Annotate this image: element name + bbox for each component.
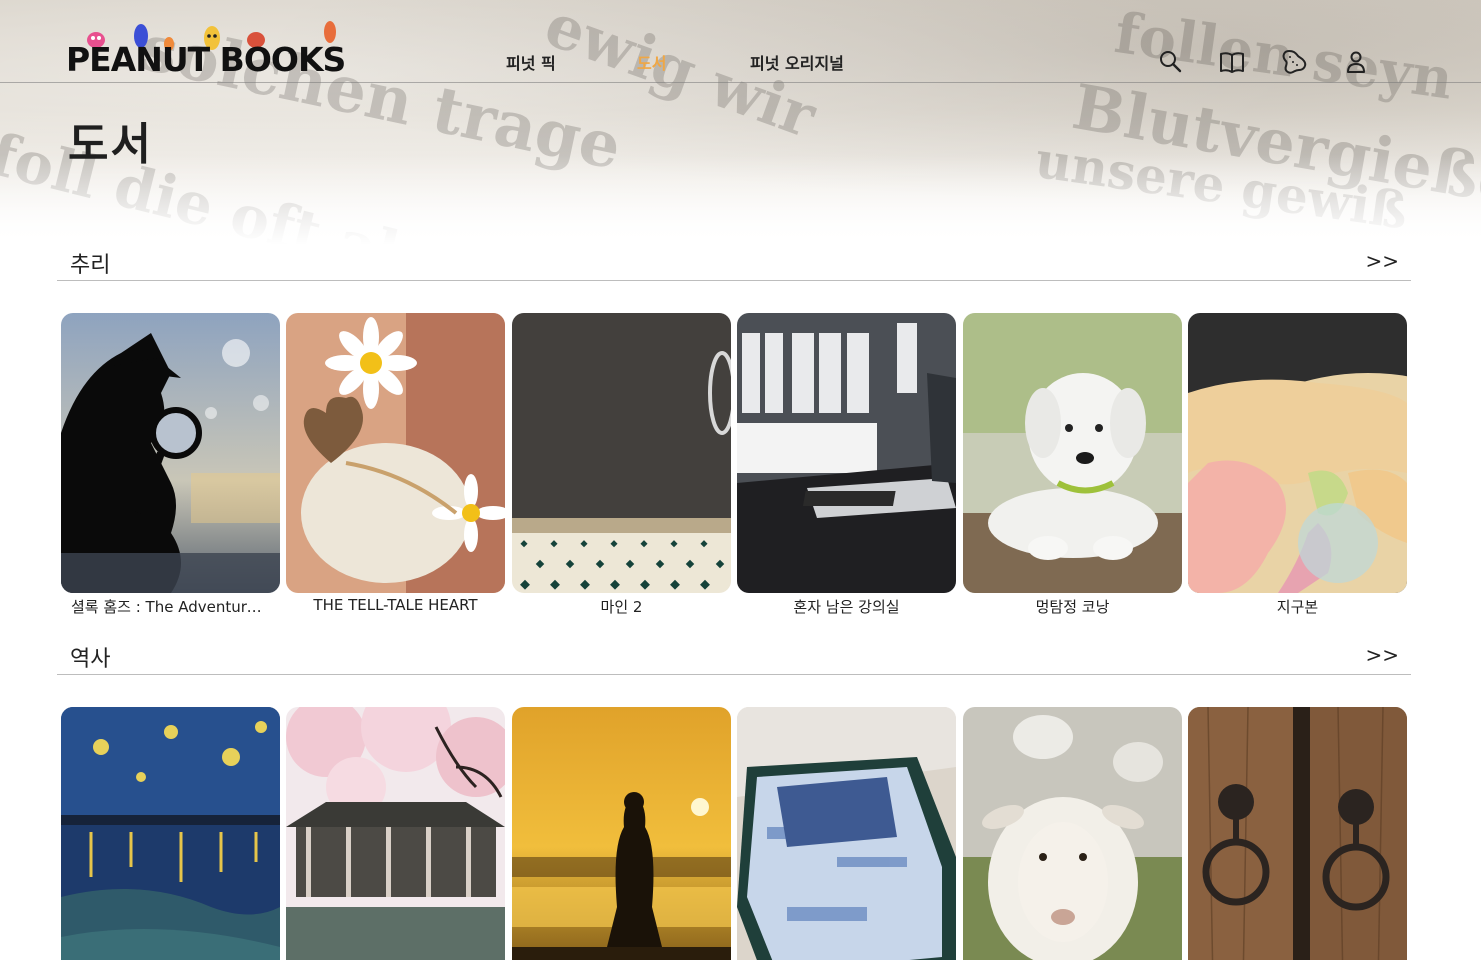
see-more-button[interactable]: >> [1365, 249, 1399, 273]
book-title: 멍탐정 코낭 [1035, 598, 1110, 616]
page-title: 도서 [68, 119, 153, 170]
book-cover [1188, 707, 1407, 960]
book-card[interactable]: THE TELL-TALE HEART [286, 313, 505, 614]
detective-silhouette-image [61, 313, 280, 593]
search-icon[interactable] [1157, 48, 1185, 76]
book-title: 지구본 [1276, 598, 1319, 616]
globe-map-image [1188, 313, 1407, 593]
cherry-blossom-pavilion-image [286, 707, 505, 960]
book-cover [512, 707, 731, 960]
book-title: 혼자 남은 강의실 [793, 598, 900, 616]
book-cover [286, 707, 505, 960]
section-title: 역사 [70, 647, 111, 672]
dark-room-tiles-image [512, 313, 731, 593]
folded-cloth-image [737, 707, 956, 960]
white-puppy-image [963, 313, 1182, 593]
daisy-heart-image [286, 313, 505, 593]
book-icon[interactable] [1218, 48, 1246, 76]
book-cover [963, 707, 1182, 960]
book-cover [737, 313, 956, 593]
book-cover [737, 707, 956, 960]
peanut-icon[interactable] [1280, 48, 1308, 76]
book-card[interactable] [61, 707, 280, 960]
user-icon[interactable] [1342, 48, 1370, 76]
see-more-button[interactable]: >> [1365, 643, 1399, 667]
hero-fade [0, 155, 1481, 245]
section-header-mystery: 추리 >> [57, 241, 1411, 281]
book-title: 마인 2 [600, 598, 643, 616]
book-card[interactable] [286, 707, 505, 960]
book-cover [963, 313, 1182, 593]
book-cover [61, 313, 280, 593]
wooden-door-rings-image [1188, 707, 1407, 960]
nav-peanut-pick[interactable]: 피넛 픽 [506, 50, 556, 74]
nav-books[interactable]: 도서 [637, 50, 666, 74]
book-title: 셜록 홈즈 : The Adventures of Sherlock Holme… [71, 598, 280, 616]
laptop-desk-image [737, 313, 956, 593]
book-title: THE TELL-TALE HEART [313, 596, 478, 614]
book-card[interactable]: 마인 2 [512, 313, 731, 617]
book-card[interactable]: 혼자 남은 강의실 [737, 313, 956, 617]
starry-night-image [61, 707, 280, 960]
book-card[interactable]: 멍탐정 코낭 [963, 313, 1182, 617]
top-header: PEANUT BOOKS 피넛 픽 도서 피넛 오리지널 [0, 0, 1481, 83]
nav-peanut-original[interactable]: 피넛 오리지널 [750, 50, 844, 74]
section-header-history: 역사 >> [57, 635, 1411, 675]
book-cover [1188, 313, 1407, 593]
book-card[interactable] [737, 707, 956, 960]
peanut-books-logo[interactable]: PEANUT BOOKS [66, 16, 346, 79]
book-card[interactable]: 셜록 홈즈 : The Adventures of Sherlock Holme… [61, 313, 280, 617]
section-title: 추리 [70, 253, 111, 278]
book-cover [512, 313, 731, 593]
book-card[interactable]: 지구본 [1188, 313, 1407, 617]
sunset-silhouette-image [512, 707, 731, 960]
book-cover [61, 707, 280, 960]
book-card[interactable] [512, 707, 731, 960]
book-cover [286, 313, 505, 593]
book-card[interactable] [963, 707, 1182, 960]
sheep-image [963, 707, 1182, 960]
logo-text: PEANUT BOOKS [66, 40, 346, 79]
book-card[interactable] [1188, 707, 1407, 960]
